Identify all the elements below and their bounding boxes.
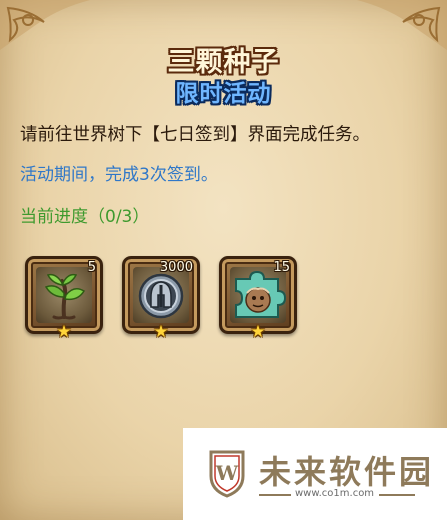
shield-logo-icon: W (209, 450, 245, 498)
event-period: 活动期间，完成3次签到。 (20, 165, 218, 185)
reward-slot-seedling[interactable]: 5 ★ (25, 256, 103, 341)
helmet-coin-icon (138, 273, 184, 319)
star-icon: ★ (250, 322, 266, 342)
puzzle-piece-icon (235, 270, 286, 318)
reward-slot-inner (230, 267, 286, 323)
reward-count: 3000 (159, 260, 193, 275)
watermark-rule-left (259, 494, 291, 496)
event-description: 请前往世界树下【七日签到】界面完成任务。 (20, 125, 370, 145)
watermark-rule-right (379, 494, 415, 496)
reward-slot-inner (133, 267, 189, 323)
star-icon: ★ (153, 322, 169, 342)
event-subtitle: 限时活动 (175, 81, 272, 107)
watermark-logo-letter: W (215, 461, 239, 485)
reward-slot-puzzle-piece[interactable]: 15 ★ (219, 256, 297, 341)
reward-count: 15 (273, 260, 290, 275)
reward-slot-inner (36, 267, 92, 323)
watermark-brand: 未来软件园 (259, 453, 435, 491)
star-icon: ★ (56, 322, 72, 342)
reward-slot-helmet-coin[interactable]: 3000 ★ (122, 256, 200, 341)
reward-count: 5 (87, 260, 96, 275)
sprout-icon (44, 273, 86, 320)
watermark-url: www.co1m.com (295, 488, 375, 499)
watermark-banner: W 未来软件园 www.co1m.com (183, 428, 447, 520)
event-progress: 当前进度（0/3） (20, 207, 150, 227)
